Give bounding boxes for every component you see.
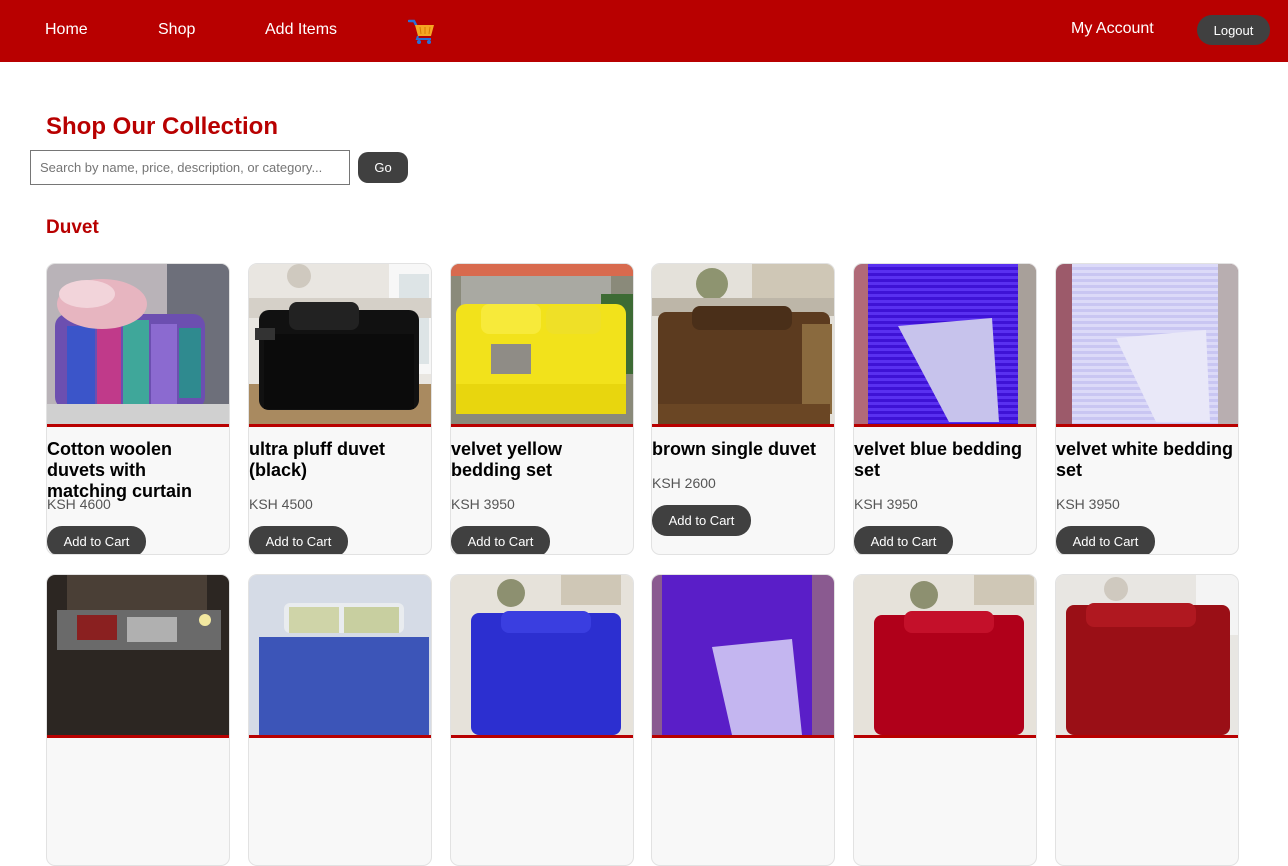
product-image[interactable] — [1056, 264, 1238, 427]
product-card — [46, 574, 230, 866]
product-title[interactable]: velvet yellow bedding set — [451, 439, 633, 481]
nav-home-link[interactable]: Home — [45, 20, 88, 40]
product-card: velvet yellow bedding set KSH 3950 Add t… — [450, 263, 634, 555]
search-input[interactable] — [30, 150, 350, 185]
product-price: KSH 3950 — [854, 496, 918, 512]
add-to-cart-button[interactable]: Add to Cart — [652, 505, 751, 536]
nav-add-items-link[interactable]: Add Items — [265, 20, 337, 40]
product-image[interactable] — [451, 575, 633, 738]
product-card — [853, 574, 1037, 866]
product-title[interactable]: velvet blue bedding set — [854, 439, 1036, 481]
product-title[interactable]: brown single duvet — [652, 439, 834, 460]
search-go-button[interactable]: Go — [358, 152, 408, 183]
product-card — [450, 574, 634, 866]
add-to-cart-button[interactable]: Add to Cart — [249, 526, 348, 554]
product-title[interactable]: velvet white bedding set — [1056, 439, 1238, 481]
nav-shop-link[interactable]: Shop — [158, 20, 195, 40]
product-image[interactable] — [652, 575, 834, 738]
product-card — [248, 574, 432, 866]
page-title: Shop Our Collection — [46, 113, 278, 140]
product-image[interactable] — [249, 575, 431, 738]
product-price: KSH 3950 — [451, 496, 515, 512]
product-card — [651, 574, 835, 866]
product-image[interactable] — [249, 264, 431, 427]
product-card: ultra pluff duvet (black) KSH 4500 Add t… — [248, 263, 432, 555]
navbar: Home Shop Add Items My Account Logout — [0, 0, 1288, 62]
product-image[interactable] — [47, 575, 229, 738]
product-price: KSH 2600 — [652, 475, 716, 491]
product-image[interactable] — [47, 264, 229, 427]
logout-button[interactable]: Logout — [1197, 15, 1270, 45]
product-image[interactable] — [854, 264, 1036, 427]
product-title[interactable]: Cotton woolen duvets with matching curta… — [47, 439, 229, 502]
product-card: velvet white bedding set KSH 3950 Add to… — [1055, 263, 1239, 555]
product-card: velvet blue bedding set KSH 3950 Add to … — [853, 263, 1037, 555]
nav-my-account-link[interactable]: My Account — [1071, 19, 1154, 39]
product-image[interactable] — [854, 575, 1036, 738]
product-title[interactable]: ultra pluff duvet (black) — [249, 439, 431, 481]
product-card — [1055, 574, 1239, 866]
add-to-cart-button[interactable]: Add to Cart — [47, 526, 146, 554]
shopping-cart-icon[interactable] — [407, 17, 436, 45]
product-image[interactable] — [451, 264, 633, 427]
category-heading: Duvet — [46, 217, 99, 238]
product-image[interactable] — [652, 264, 834, 427]
product-card: brown single duvet KSH 2600 Add to Cart — [651, 263, 835, 555]
product-price: KSH 4500 — [249, 496, 313, 512]
add-to-cart-button[interactable]: Add to Cart — [854, 526, 953, 554]
product-image[interactable] — [1056, 575, 1238, 738]
product-price: KSH 4600 — [47, 496, 111, 512]
product-card: Cotton woolen duvets with matching curta… — [46, 263, 230, 555]
add-to-cart-button[interactable]: Add to Cart — [451, 526, 550, 554]
product-price: KSH 3950 — [1056, 496, 1120, 512]
add-to-cart-button[interactable]: Add to Cart — [1056, 526, 1155, 554]
